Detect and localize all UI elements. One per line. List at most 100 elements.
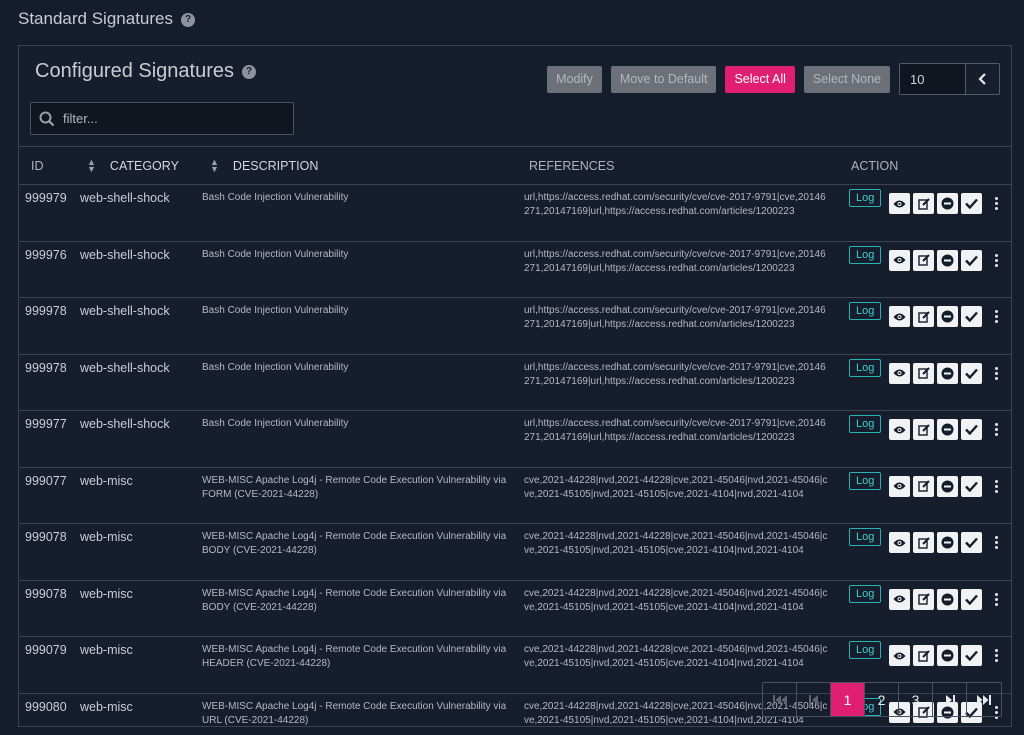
edit-icon[interactable] [913,362,935,384]
disable-icon[interactable] [937,193,959,214]
table-row[interactable]: 999978 web-shell-shock Bash Code Injection… [19,298,1011,355]
signature-description: WEB-MISC Apache Log4j - Remote Code Exec… [202,644,507,669]
kebab-icon[interactable] [995,421,999,438]
edit-icon[interactable] [913,249,935,271]
disable-icon[interactable] [937,419,959,440]
log-badge[interactable]: Log [849,415,882,433]
eye-icon[interactable] [889,532,911,553]
page-3-button[interactable]: 3 [899,683,933,716]
help-icon[interactable]: ? [181,12,195,27]
table-row[interactable]: 999078 web-misc WEB-MISC Apache Log4j - Re… [19,581,1011,637]
signature-references: url,https://access.redhat.com/security/c… [524,418,826,443]
signature-references: cve,2021-44228|nvd,2021-44228|cve,2021-4… [524,531,828,556]
disable-icon[interactable] [937,306,959,327]
check-icon[interactable] [961,645,983,666]
first-page-icon[interactable] [763,683,797,716]
log-badge[interactable]: Log [849,302,882,320]
check-icon[interactable] [961,532,983,553]
sort-icon[interactable]: ▲ ▼ [210,158,219,174]
edit-icon[interactable] [913,475,935,497]
signature-id: 999978 [25,304,67,318]
kebab-icon[interactable] [995,365,999,382]
check-icon[interactable] [961,588,983,610]
check-icon[interactable] [961,475,983,497]
select-all-button[interactable]: Select All [725,65,795,93]
disable-icon[interactable] [937,362,959,384]
disable-icon[interactable] [937,588,959,610]
table-row[interactable]: 999978 web-shell-shock Bash Code Injection… [19,355,1011,411]
eye-icon[interactable] [889,645,911,666]
filter-field[interactable] [30,102,294,135]
disable-icon[interactable] [937,249,959,271]
edit-icon[interactable] [913,588,935,610]
signature-references: url,https://access.redhat.com/security/c… [524,361,826,387]
edit-icon[interactable] [913,306,935,327]
eye-icon[interactable] [889,249,911,271]
page-size-select[interactable]: 10 [899,63,1000,95]
help-icon[interactable]: ? [242,64,257,79]
log-badge[interactable]: Log [849,528,882,546]
eye-icon[interactable] [889,362,911,384]
kebab-icon[interactable] [995,308,999,325]
signature-references: url,https://access.redhat.com/security/c… [524,305,826,330]
last-page-icon[interactable] [967,683,1001,716]
check-icon[interactable] [961,362,983,384]
column-description[interactable]: ▲ ▼ DESCRIPTION [210,158,318,174]
page-size-value[interactable]: 10 [900,64,966,94]
log-badge[interactable]: Log [849,471,882,490]
kebab-icon[interactable] [995,252,999,269]
edit-icon[interactable] [913,419,935,440]
signature-references: cve,2021-44228|nvd,2021-44228|cve,2021-4… [524,587,828,613]
table-row[interactable]: 999976 web-shell-shock Bash Code Injection… [19,242,1011,298]
filter-input[interactable] [63,111,283,126]
sort-icon[interactable]: ▲ ▼ [87,158,96,174]
signature-category: web-misc [80,699,133,714]
eye-icon[interactable] [889,475,911,497]
check-icon[interactable] [961,193,983,214]
page-1-button[interactable]: 1 [831,683,865,716]
row-actions: Log [849,528,999,553]
eye-icon[interactable] [889,588,911,610]
check-icon[interactable] [961,419,983,440]
signatures-table: ID ▲ ▼ CATEGORY ▲ ▼ DESCRIPTION REFERENCES A… [19,146,1011,735]
column-id[interactable]: ID [31,159,44,173]
signature-references: cve,2021-44228|nvd,2021-44228|cve,2021-4… [524,644,828,669]
log-badge[interactable]: Log [849,245,882,264]
kebab-icon[interactable] [995,478,999,495]
disable-icon[interactable] [937,475,959,497]
eye-icon[interactable] [889,193,911,214]
log-badge[interactable]: Log [849,584,882,603]
disable-icon[interactable] [937,532,959,553]
select-none-button[interactable]: Select None [803,65,890,93]
signature-category: web-shell-shock [80,247,170,262]
eye-icon[interactable] [889,306,911,327]
column-category[interactable]: ▲ ▼ CATEGORY [87,158,179,174]
page-2-button[interactable]: 2 [865,683,899,716]
signature-references: cve,2021-44228|nvd,2021-44228|cve,2021-4… [524,474,828,500]
kebab-icon[interactable] [995,195,999,212]
log-badge[interactable]: Log [849,358,882,377]
next-page-icon[interactable] [933,683,967,716]
signature-category: web-misc [80,586,133,601]
kebab-icon[interactable] [995,591,999,608]
kebab-icon[interactable] [995,534,999,551]
check-icon[interactable] [961,249,983,271]
disable-icon[interactable] [937,645,959,666]
table-row[interactable]: 999977 web-shell-shock Bash Code Injection… [19,411,1011,468]
edit-icon[interactable] [913,532,935,553]
move-to-default-button[interactable]: Move to Default [610,65,717,93]
edit-icon[interactable] [913,645,935,666]
prev-page-icon[interactable] [797,683,831,716]
edit-icon[interactable] [913,193,935,214]
check-icon[interactable] [961,306,983,327]
table-row[interactable]: 999979 web-shell-shock Bash Code Injection… [19,185,1011,242]
kebab-icon[interactable] [995,647,999,664]
log-badge[interactable]: Log [849,189,882,207]
table-row[interactable]: 999077 web-misc WEB-MISC Apache Log4j - Re… [19,468,1011,524]
table-row[interactable]: 999078 web-misc WEB-MISC Apache Log4j - Re… [19,524,1011,581]
chevron-left-icon[interactable] [966,64,999,94]
signature-category: web-shell-shock [80,417,170,431]
log-badge[interactable]: Log [849,641,882,659]
eye-icon[interactable] [889,419,911,440]
modify-button[interactable]: Modify [547,65,602,93]
